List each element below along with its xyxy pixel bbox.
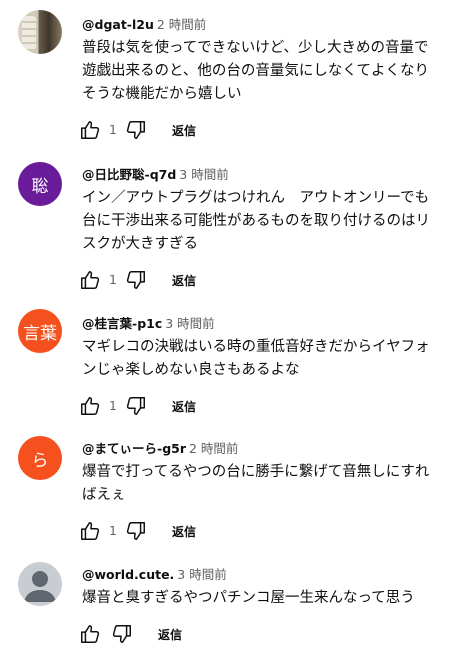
avatar[interactable]: 言葉 (18, 309, 62, 353)
comment-actions: 1 返信 (76, 394, 196, 418)
comment-text-line: そうな機能だから嬉しい (82, 86, 242, 102)
like-button[interactable] (76, 394, 104, 418)
thumbs-down-icon (126, 522, 145, 540)
like-count: 1 (109, 273, 117, 287)
comment-header: @桂言葉-p1c 3 時間前 (82, 316, 215, 332)
thumbs-down-icon (126, 397, 145, 415)
comment-text-line: マギレコの決戦はいる時の重低音好きだからイヤフォ (82, 339, 430, 355)
like-button[interactable] (76, 519, 104, 543)
comment-text-line: 爆音と臭すぎるやつパチンコ屋一生来んなって思う (82, 590, 415, 606)
like-count: 1 (109, 123, 117, 137)
like-button[interactable] (76, 622, 104, 646)
avatar[interactable]: 聡 (18, 162, 62, 206)
comment-actions: 返信 (76, 622, 182, 646)
comment-text-line: 爆音で打ってるやつの台に勝手に繋げて音無しにすれ (82, 464, 430, 480)
comment-timestamp[interactable]: 3 時間前 (165, 316, 214, 331)
comment-text-line: スクが大きすぎる (82, 236, 198, 252)
like-button[interactable] (76, 118, 104, 142)
comment-header: @まてぃーら-g5r 2 時間前 (82, 441, 238, 457)
reply-button[interactable]: 返信 (172, 122, 196, 139)
comment-text: 爆音と臭すぎるやつパチンコ屋一生来んなって思う (82, 587, 462, 610)
reply-button[interactable]: 返信 (172, 523, 196, 540)
thumbs-down-icon (126, 271, 145, 289)
comment-text-line: ンじゃ楽しめない良さもあるよな (82, 362, 300, 378)
comment-header: @日比野聡-q7d 3 時間前 (82, 167, 229, 183)
comment-timestamp[interactable]: 3 時間前 (177, 567, 226, 582)
comment-header: @world.cute. 3 時間前 (82, 567, 227, 583)
thumbs-up-icon (81, 271, 100, 289)
avatar[interactable] (18, 10, 62, 54)
comment-text-line: イン／アウトプラグはつけれん アウトオンリーでも (82, 190, 430, 206)
avatar[interactable]: ら (18, 436, 62, 480)
comment-text-line: ばえぇ (82, 487, 126, 503)
comment-text: 爆音で打ってるやつの台に勝手に繋げて音無しにすれ ばえぇ (82, 461, 462, 507)
comment-text-line: 台に干渉出来る可能性があるものを取り付けるのはリ (82, 213, 430, 229)
dislike-button[interactable] (122, 394, 150, 418)
reply-button[interactable]: 返信 (158, 626, 182, 643)
like-count: 1 (109, 399, 117, 413)
dislike-button[interactable] (122, 268, 150, 292)
author-name[interactable]: @dgat-l2u (82, 17, 154, 32)
avatar[interactable] (18, 562, 62, 606)
author-name[interactable]: @桂言葉-p1c (82, 316, 162, 331)
author-name[interactable]: @まてぃーら-g5r (82, 441, 186, 456)
avatar-photo (22, 16, 36, 50)
comment-header: @dgat-l2u 2 時間前 (82, 17, 206, 33)
comment-actions: 1 返信 (76, 268, 196, 292)
thumbs-down-icon (126, 121, 145, 139)
dislike-button[interactable] (122, 519, 150, 543)
comment-text: マギレコの決戦はいる時の重低音好きだからイヤフォ ンじゃ楽しめない良さもあるよな (82, 336, 462, 382)
dislike-button[interactable] (108, 622, 136, 646)
dislike-button[interactable] (122, 118, 150, 142)
author-name[interactable]: @日比野聡-q7d (82, 167, 176, 182)
reply-button[interactable]: 返信 (172, 272, 196, 289)
thumbs-up-icon (81, 522, 100, 540)
avatar-initial: ら (31, 450, 49, 471)
comment-timestamp[interactable]: 2 時間前 (189, 441, 238, 456)
thumbs-up-icon (81, 397, 100, 415)
reply-button[interactable]: 返信 (172, 398, 196, 415)
comment-actions: 1 返信 (76, 118, 196, 142)
comment-text-line: 普段は気を使ってできないけど、少し大きめの音量で (82, 40, 429, 56)
thumbs-down-icon (112, 625, 131, 643)
thumbs-up-icon (81, 121, 100, 139)
comment-text-line: 遊戯出来るのと、他の台の音量気にしなくてよくなり (82, 63, 429, 79)
comment-timestamp[interactable]: 2 時間前 (157, 17, 206, 32)
like-count: 1 (109, 524, 117, 538)
comment-text: 普段は気を使ってできないけど、少し大きめの音量で 遊戯出来るのと、他の台の音量気に… (82, 37, 462, 106)
like-button[interactable] (76, 268, 104, 292)
comment-text: イン／アウトプラグはつけれん アウトオンリーでも 台に干渉出来る可能性があるものを… (82, 187, 462, 256)
avatar-initial: 言葉 (23, 323, 57, 344)
comment-actions: 1 返信 (76, 519, 196, 543)
comment-timestamp[interactable]: 3 時間前 (179, 167, 228, 182)
default-avatar-icon (24, 571, 56, 602)
thumbs-up-icon (81, 625, 100, 643)
author-name[interactable]: @world.cute. (82, 567, 174, 582)
avatar-initial: 聡 (31, 176, 49, 197)
